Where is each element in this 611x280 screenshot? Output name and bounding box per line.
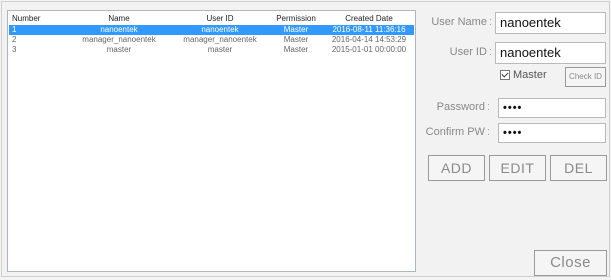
colon: : <box>488 46 492 58</box>
user-name-label: User Name: <box>422 16 492 28</box>
add-button[interactable]: ADD <box>428 155 485 181</box>
user-management-dialog: Number Name User ID Permission Created D… <box>1 1 610 277</box>
delete-button[interactable]: DEL <box>550 155 607 181</box>
column-header-name[interactable]: Name <box>63 14 175 24</box>
cell-permission: Master <box>283 25 309 34</box>
cell-number: 1 <box>12 25 17 34</box>
table-row[interactable]: 1 nanoentek nanoentek Master 2016-08-11 … <box>9 25 414 35</box>
cell-number: 2 <box>12 35 17 44</box>
user-id-field[interactable]: nanoentek <box>495 42 606 64</box>
check-id-button[interactable]: Check ID <box>565 67 606 87</box>
cell-user-id: master <box>207 45 233 54</box>
colon: : <box>486 101 490 113</box>
cell-user-id: nanoentek <box>201 25 239 34</box>
close-button[interactable]: Close <box>534 250 607 276</box>
column-header-user-id[interactable]: User ID <box>175 14 265 24</box>
column-header-permission[interactable]: Permission <box>267 14 325 24</box>
password-label-text: Password <box>436 101 485 113</box>
user-id-label: User ID: <box>422 46 492 58</box>
user-id-label-text: User ID <box>449 46 487 58</box>
cell-name: master <box>106 45 132 54</box>
cell-number: 3 <box>12 45 17 54</box>
cell-created-date: 2016-08-11 11:36:16 <box>332 25 406 34</box>
cell-name: nanoentek <box>100 25 138 34</box>
checkbox-checked-icon[interactable] <box>500 70 510 81</box>
user-name-label-text: User Name <box>431 16 487 28</box>
cell-user-id: manager_nanoentek <box>183 35 257 44</box>
master-checkbox[interactable]: Master <box>500 69 547 85</box>
user-list-header: Number Name User ID Permission Created D… <box>9 14 414 24</box>
password-label: Password: <box>422 101 490 113</box>
edit-button[interactable]: EDIT <box>489 155 546 181</box>
column-header-created-date[interactable]: Created Date <box>325 14 413 24</box>
column-header-number[interactable]: Number <box>12 14 56 24</box>
table-row[interactable]: 2 manager_nanoentek manager_nanoentek Ma… <box>9 35 414 45</box>
cell-created-date: 2016-04-14 14:53:29 <box>331 35 407 44</box>
colon: : <box>488 16 492 28</box>
colon: : <box>486 126 490 138</box>
table-row[interactable]: 3 master master Master 2015-01-01 00:00:… <box>9 45 414 55</box>
user-form: User Name: nanoentek User ID: nanoentek … <box>422 2 611 280</box>
cell-permission: Master <box>283 45 309 54</box>
user-name-field[interactable]: nanoentek <box>495 12 606 34</box>
master-label: Master <box>513 69 547 81</box>
cell-created-date: 2015-01-01 00:00:00 <box>331 45 407 54</box>
cell-name: manager_nanoentek <box>82 35 156 44</box>
confirm-password-label-text: Confirm PW <box>425 126 485 138</box>
password-field[interactable]: •••• <box>498 98 606 118</box>
confirm-password-label: Confirm PW: <box>422 126 490 138</box>
cell-permission: Master <box>283 35 309 44</box>
user-list[interactable]: Number Name User ID Permission Created D… <box>7 10 416 272</box>
confirm-password-field[interactable]: •••• <box>498 123 606 143</box>
